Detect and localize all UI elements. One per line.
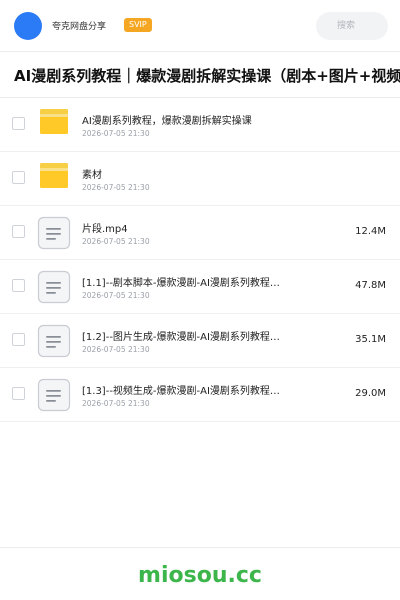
list-item[interactable]: 素材 2026-07-05 21:30 xyxy=(0,152,400,206)
file-date: 2026-07-05 21:30 xyxy=(82,183,150,192)
file-size: 29.0M xyxy=(355,388,386,399)
file-icon xyxy=(37,378,71,412)
file-date: 2026-07-05 21:30 xyxy=(82,291,150,300)
list-item[interactable]: [1.2]--图片生成-爆款漫剧-AI漫剧系列教程… 2026-07-05 21… xyxy=(0,314,400,368)
list-item[interactable]: 片段.mp4 2026-07-05 21:30 12.4M xyxy=(0,206,400,260)
list-item[interactable]: AI漫剧系列教程，爆款漫剧拆解实操课 2026-07-05 21:30 xyxy=(0,98,400,152)
header: 夸克网盘分享 SVIP 搜索 xyxy=(0,0,400,52)
file-name: [1.2]--图片生成-爆款漫剧-AI漫剧系列教程… xyxy=(82,332,280,343)
file-date: 2026-07-05 21:30 xyxy=(82,345,150,354)
file-size: 47.8M xyxy=(355,280,386,291)
select-checkbox[interactable] xyxy=(12,117,25,130)
file-date: 2026-07-05 21:30 xyxy=(82,237,150,246)
file-name: 片段.mp4 xyxy=(82,224,128,235)
svip-badge: SVIP xyxy=(124,18,152,32)
share-title-bar: AI漫剧系列教程｜爆款漫剧拆解实操课（剧本+图片+视频全 xyxy=(0,52,400,98)
file-list: AI漫剧系列教程，爆款漫剧拆解实操课 2026-07-05 21:30 素材 2… xyxy=(0,98,400,422)
page-title: AI漫剧系列教程｜爆款漫剧拆解实操课（剧本+图片+视频全 xyxy=(14,67,400,85)
file-icon xyxy=(37,216,71,250)
file-name: 素材 xyxy=(82,170,102,181)
folder-icon xyxy=(40,163,68,188)
select-checkbox[interactable] xyxy=(12,279,25,292)
folder-icon xyxy=(40,109,68,134)
file-icon xyxy=(37,270,71,304)
brand-name: 夸克网盘分享 xyxy=(52,22,107,32)
file-size: 12.4M xyxy=(355,226,386,237)
file-date: 2026-07-05 21:30 xyxy=(82,399,150,408)
file-icon xyxy=(37,324,71,358)
footer-divider xyxy=(0,547,400,548)
select-checkbox[interactable] xyxy=(12,333,25,346)
avatar[interactable] xyxy=(14,12,42,40)
file-size: 35.1M xyxy=(355,334,386,345)
file-name: [1.3]--视频生成-爆款漫剧-AI漫剧系列教程… xyxy=(82,386,280,397)
search-input[interactable]: 搜索 xyxy=(316,12,388,40)
file-name: AI漫剧系列教程，爆款漫剧拆解实操课 xyxy=(82,116,252,127)
select-checkbox[interactable] xyxy=(12,225,25,238)
file-name: [1.1]--剧本脚本-爆款漫剧-AI漫剧系列教程… xyxy=(82,278,280,289)
list-item[interactable]: [1.3]--视频生成-爆款漫剧-AI漫剧系列教程… 2026-07-05 21… xyxy=(0,368,400,422)
select-checkbox[interactable] xyxy=(12,387,25,400)
select-checkbox[interactable] xyxy=(12,171,25,184)
list-item[interactable]: [1.1]--剧本脚本-爆款漫剧-AI漫剧系列教程… 2026-07-05 21… xyxy=(0,260,400,314)
file-date: 2026-07-05 21:30 xyxy=(82,129,150,138)
watermark: miosou.cc xyxy=(138,563,262,588)
